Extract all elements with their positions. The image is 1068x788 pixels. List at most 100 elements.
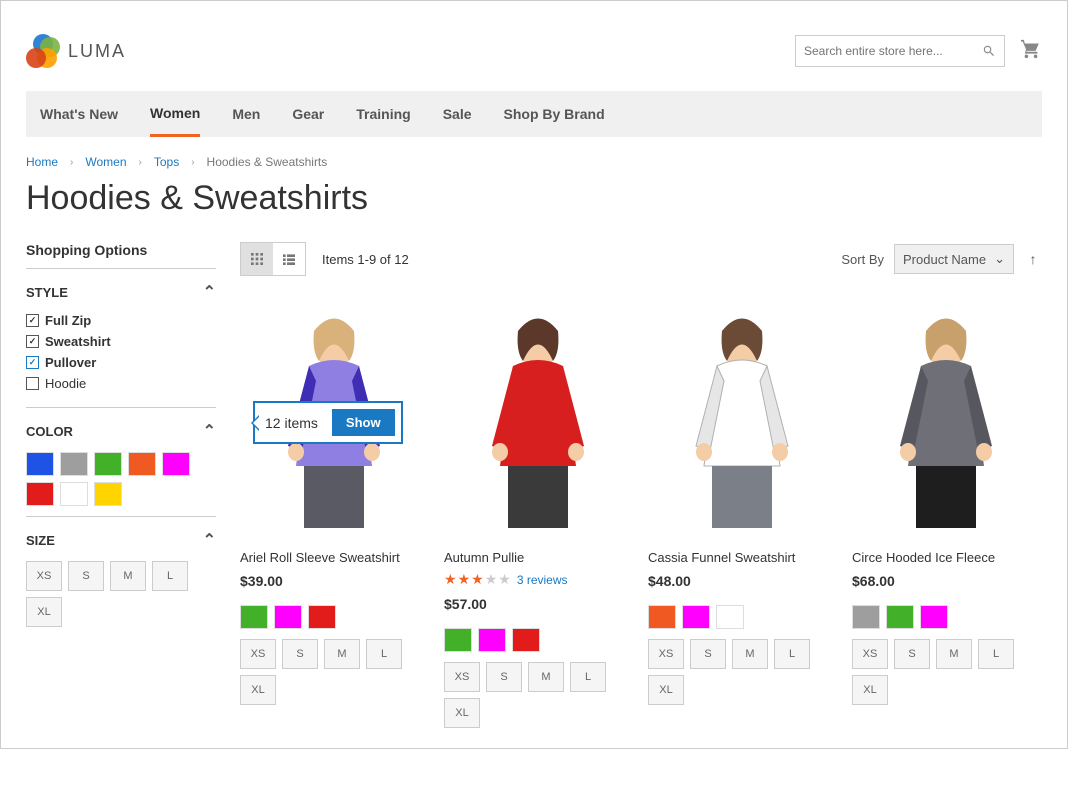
checkbox[interactable] (26, 356, 39, 369)
product-name[interactable]: Cassia Funnel Sweatshirt (648, 550, 836, 565)
product-size-options: XSSML XL (240, 639, 428, 705)
size-option[interactable]: XS (240, 639, 276, 669)
checkbox[interactable] (26, 377, 39, 390)
size-option[interactable]: XL (648, 675, 684, 705)
main-nav: What's New Women Men Gear Training Sale Shop B… (26, 91, 1042, 137)
size-option[interactable]: XS (648, 639, 684, 669)
product-name[interactable]: Ariel Roll Sleeve Sweatshirt (240, 550, 428, 565)
size-option[interactable]: L (570, 662, 606, 692)
checkbox[interactable] (26, 335, 39, 348)
color-swatch[interactable] (308, 605, 336, 629)
callout-count: 12 items (265, 415, 318, 431)
nav-item-training[interactable]: Training (356, 91, 410, 137)
color-swatch[interactable] (478, 628, 506, 652)
size-option[interactable]: L (774, 639, 810, 669)
nav-item-gear[interactable]: Gear (292, 91, 324, 137)
size-option[interactable]: M (324, 639, 360, 669)
breadcrumb-item[interactable]: Women (85, 155, 126, 169)
color-swatch[interactable] (240, 605, 268, 629)
product-name[interactable]: Autumn Pullie (444, 550, 632, 565)
color-swatch[interactable] (920, 605, 948, 629)
size-option[interactable]: L (978, 639, 1014, 669)
breadcrumb-item[interactable]: Home (26, 155, 58, 169)
color-swatch[interactable] (274, 605, 302, 629)
product-color-options (852, 605, 1040, 629)
filter-option-label: Full Zip (45, 313, 91, 328)
color-swatch[interactable] (60, 452, 88, 476)
sort-label: Sort By (841, 252, 884, 267)
filter-option[interactable]: Full Zip (26, 313, 216, 328)
reviews-link[interactable]: 3 reviews (517, 573, 568, 587)
size-option[interactable]: M (936, 639, 972, 669)
size-option[interactable]: XL (444, 698, 480, 728)
color-swatch[interactable] (162, 452, 190, 476)
color-swatch[interactable] (94, 452, 122, 476)
product-size-options: XSSML XL (648, 639, 836, 705)
size-option[interactable]: XS (852, 639, 888, 669)
size-option[interactable]: XL (26, 597, 62, 627)
size-option[interactable]: L (152, 561, 188, 591)
color-swatch[interactable] (682, 605, 710, 629)
search-input[interactable] (804, 44, 982, 58)
size-option[interactable]: XS (26, 561, 62, 591)
product-image[interactable] (444, 302, 632, 540)
filter-sidebar: Shopping Options STYLE ⌃ Full Zip Sweatsh… (26, 242, 216, 728)
size-option[interactable]: XL (240, 675, 276, 705)
size-option[interactable]: M (732, 639, 768, 669)
nav-item-shop-by-brand[interactable]: Shop By Brand (504, 91, 605, 137)
brand-logo[interactable]: LUMA (26, 34, 126, 68)
filter-header-color[interactable]: COLOR ⌃ (26, 418, 216, 444)
grid-view-button[interactable] (241, 243, 273, 275)
size-option[interactable]: S (486, 662, 522, 692)
nav-item-men[interactable]: Men (232, 91, 260, 137)
sort-select[interactable]: Product Name ⌄ (894, 244, 1014, 274)
color-swatch[interactable] (716, 605, 744, 629)
product-image[interactable] (852, 302, 1040, 540)
product-card: Ariel Roll Sleeve Sweatshirt$39.00XSSMLX… (240, 302, 428, 728)
color-swatch[interactable] (852, 605, 880, 629)
sidebar-title: Shopping Options (26, 242, 216, 268)
size-option[interactable]: S (894, 639, 930, 669)
breadcrumb-item[interactable]: Tops (154, 155, 179, 169)
size-option[interactable]: XS (444, 662, 480, 692)
checkbox[interactable] (26, 314, 39, 327)
nav-item-women[interactable]: Women (150, 91, 200, 137)
filter-callout: 12 items Show (253, 401, 403, 444)
show-results-button[interactable]: Show (332, 409, 395, 436)
color-swatch[interactable] (26, 452, 54, 476)
filter-option[interactable]: Sweatshirt (26, 334, 216, 349)
size-option[interactable]: S (282, 639, 318, 669)
size-option[interactable]: L (366, 639, 402, 669)
color-swatch[interactable] (648, 605, 676, 629)
chevron-up-icon: ⌃ (203, 282, 216, 302)
color-swatch[interactable] (128, 452, 156, 476)
search-icon[interactable] (982, 44, 996, 58)
nav-item-sale[interactable]: Sale (443, 91, 472, 137)
filter-header-size[interactable]: SIZE ⌃ (26, 527, 216, 553)
size-option[interactable]: S (68, 561, 104, 591)
size-option[interactable]: XL (852, 675, 888, 705)
size-option[interactable]: S (690, 639, 726, 669)
filter-header-style[interactable]: STYLE ⌃ (26, 279, 216, 305)
product-price: $39.00 (240, 573, 428, 589)
sort-direction-button[interactable]: ↑ (1024, 245, 1042, 273)
size-option[interactable]: M (110, 561, 146, 591)
filter-option[interactable]: Hoodie (26, 376, 216, 391)
filter-option-label: Hoodie (45, 376, 86, 391)
product-image[interactable] (648, 302, 836, 540)
list-view-button[interactable] (273, 243, 305, 275)
product-name[interactable]: Circe Hooded Ice Fleece (852, 550, 1040, 565)
cart-icon[interactable] (1020, 38, 1042, 65)
color-swatch[interactable] (94, 482, 122, 506)
color-swatch[interactable] (60, 482, 88, 506)
nav-item-what-s-new[interactable]: What's New (40, 91, 118, 137)
size-option[interactable]: M (528, 662, 564, 692)
color-swatch[interactable] (444, 628, 472, 652)
color-swatch[interactable] (26, 482, 54, 506)
chevron-right-icon: › (139, 157, 142, 168)
product-price: $57.00 (444, 596, 632, 612)
color-swatch[interactable] (512, 628, 540, 652)
color-swatch[interactable] (886, 605, 914, 629)
product-size-options: XSSML XL (444, 662, 632, 728)
filter-option[interactable]: Pullover (26, 355, 216, 370)
